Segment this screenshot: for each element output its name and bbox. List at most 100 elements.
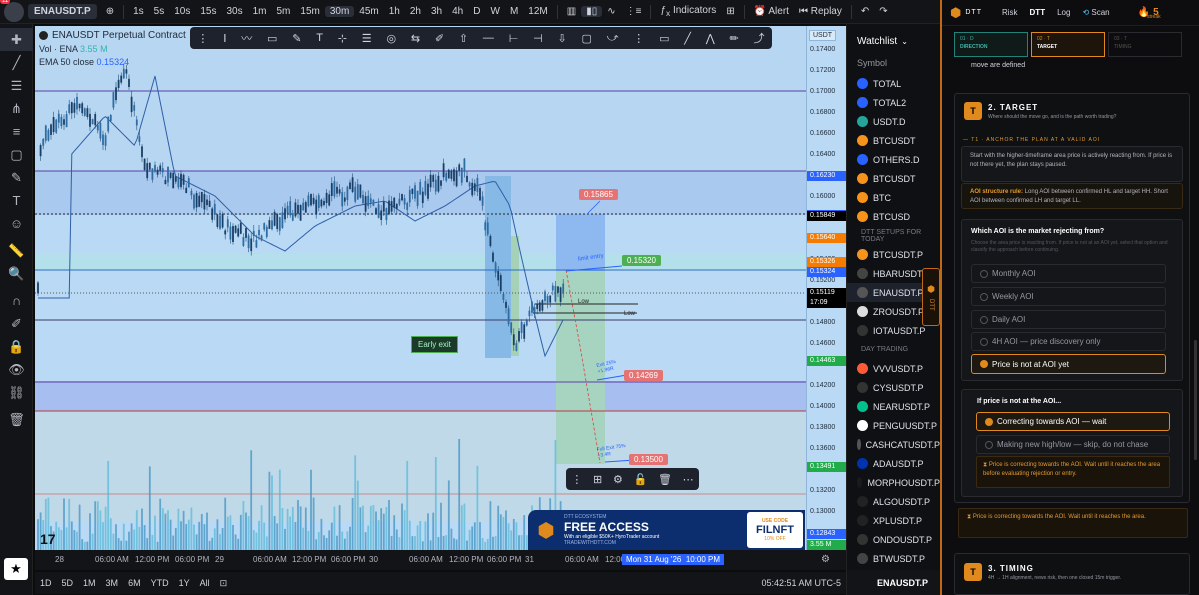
target-price-label[interactable]: 0.15865 (579, 189, 618, 200)
watchlist-row[interactable]: ALGOUSDT.P (847, 492, 940, 511)
drag-handle-icon[interactable]: ⋮ (571, 473, 582, 486)
range-1d[interactable]: 1D (35, 578, 57, 588)
eye-icon[interactable]: 👁 (0, 358, 33, 381)
layouts-icon[interactable]: ⊞ (721, 6, 739, 17)
watchlist-header[interactable]: Watchlist ⌄ (847, 24, 940, 58)
brush-tool-icon[interactable]: ✐ (435, 32, 444, 45)
step-timing[interactable]: 03 · T TIMING (1108, 32, 1182, 57)
trend-line-icon[interactable]: ╱ (0, 51, 33, 74)
watchlist-row[interactable]: BTCUSDT (847, 169, 940, 188)
panel-scrollbar[interactable] (1194, 340, 1197, 460)
object-tree-icon[interactable]: ★ (4, 558, 28, 580)
curve-tool-icon[interactable]: ⤻ (607, 32, 619, 45)
settings-icon[interactable]: ⚙ (613, 473, 623, 486)
full-exit-price-label[interactable]: 0.13500 (629, 454, 668, 465)
magnet-icon[interactable]: ∩ (0, 289, 33, 312)
indicators-button[interactable]: ƒx Indicators (655, 5, 721, 18)
watchlist-footer[interactable]: ENAUSDT.P (847, 570, 941, 595)
hrange-tool-icon[interactable]: ⊣ (533, 32, 543, 45)
text-tool-icon[interactable]: Ⅰ (223, 32, 226, 45)
approach-option[interactable]: Making new high/low — skip, do not chase (976, 435, 1170, 454)
bar-type-icon[interactable]: ▥ (562, 6, 581, 17)
rect-tool-icon[interactable]: ▢ (582, 32, 592, 45)
interval-m[interactable]: M (505, 6, 523, 17)
watchlist-row[interactable]: VVVUSDT.P (847, 359, 940, 378)
interval-d[interactable]: D (468, 6, 485, 17)
lock-icon[interactable]: 🔒 (0, 335, 33, 358)
interval-3h[interactable]: 3h (426, 6, 447, 17)
watchlist-row[interactable]: TOTAL (847, 74, 940, 93)
range-5d[interactable]: 5D (57, 578, 79, 588)
watchlist-row[interactable]: BTCUSDT (847, 131, 940, 150)
range-all[interactable]: All (195, 578, 215, 588)
interval-10s[interactable]: 10s (169, 6, 195, 17)
brush-icon[interactable]: ✎ (0, 166, 33, 189)
watchlist-row[interactable]: TOTAL2 (847, 93, 940, 112)
clock[interactable]: 05:42:51 AM UTC-5 (756, 578, 846, 588)
pattern-tool-icon[interactable]: ⋀ (706, 32, 715, 45)
interval-1s[interactable]: 1s (128, 6, 149, 17)
candles-icon[interactable]: ▮▯ (581, 6, 603, 17)
cross-line-icon[interactable]: ⊹ (338, 32, 347, 45)
zoom-icon[interactable]: 🔍 (0, 262, 33, 285)
step-target[interactable]: 02 · T TARGET (1031, 32, 1105, 57)
chart-options-icon[interactable]: ⋮≡ (621, 6, 647, 17)
range-6m[interactable]: 6M (123, 578, 146, 588)
watchlist-row[interactable]: XPLUSDT.P (847, 511, 940, 530)
undo-icon[interactable]: ↶ (856, 6, 874, 17)
aoi-option[interactable]: 4H AOI — price discovery only (971, 332, 1166, 351)
watchlist-row[interactable]: BTWUSDT.P (847, 549, 940, 568)
symbol-search-button[interactable]: ENAUSDT.P (28, 4, 97, 19)
early-exit-callout[interactable]: Early exit (411, 336, 458, 353)
watchlist-row[interactable]: PENGUUSDT.P (847, 416, 940, 435)
watchlist-section[interactable]: DAY TRADING (847, 340, 940, 359)
time-axis[interactable]: 28 06:00 AM 12:00 PM 06:00 PM 29 06:00 AM 12:0… (35, 550, 846, 570)
trash-icon[interactable]: 🗑 (0, 408, 33, 431)
watchlist-section[interactable]: DTT SETUPS FOR TODAY (847, 226, 940, 245)
dtt-side-toggle[interactable]: ⬢ DTT (922, 268, 940, 326)
rectangle-icon[interactable]: ▢ (0, 143, 33, 166)
stay-drawing-icon[interactable]: ✐ (0, 312, 33, 335)
currency-label[interactable]: USDT (809, 30, 837, 41)
pencil-tool-icon[interactable]: ✏ (730, 32, 739, 45)
delete-icon[interactable]: 🗑 (658, 473, 672, 486)
alert-button[interactable]: ⏰ Alert (749, 6, 794, 17)
watchlist-column-header[interactable]: Symbol (847, 58, 940, 74)
ray-tool-icon[interactable]: ╱ (684, 32, 691, 45)
note-tool-icon[interactable]: ▭ (659, 32, 669, 45)
arrow-up-tool-icon[interactable]: ⇧ (459, 32, 468, 45)
text-t-icon[interactable]: T (316, 32, 323, 44)
watchlist-row[interactable]: NEARUSDT.P (847, 397, 940, 416)
watchlist-row[interactable]: BTCUSDT.P (847, 245, 940, 264)
interval-15m[interactable]: 15m (295, 6, 324, 17)
horizontal-lines-icon[interactable]: ☰ (0, 74, 33, 97)
drag-handle-icon[interactable]: ⋮ (197, 32, 208, 45)
interval-5m[interactable]: 5m (271, 6, 295, 17)
vline-tool-icon[interactable]: ⊢ (509, 32, 519, 45)
entry-price-label[interactable]: 0.15320 (622, 255, 661, 266)
link-tool-icon[interactable]: ⤴ (754, 30, 765, 46)
watchlist-row[interactable]: BTC (847, 188, 940, 207)
price-axis[interactable]: USDT 0.17400 0.17200 0.17000 0.16800 0.16600… (806, 26, 847, 550)
lock-icon[interactable]: 🔓 (634, 473, 648, 486)
watchlist-row[interactable]: BTCUSD (847, 207, 940, 226)
user-avatar[interactable]: 11 (0, 0, 24, 22)
compare-icon[interactable]: ⊕ (101, 6, 119, 17)
lines-tool-icon[interactable]: ☰ (362, 32, 372, 45)
axis-settings-icon[interactable]: ⚙ (821, 554, 830, 565)
crosshair-icon[interactable]: ✚ (0, 28, 33, 51)
interval-5s[interactable]: 5s (149, 6, 170, 17)
interval-2h[interactable]: 2h (405, 6, 426, 17)
range-1y[interactable]: 1Y (174, 578, 195, 588)
watchlist-row[interactable]: MORPHOUSDT.P (847, 473, 940, 492)
callout-tool-icon[interactable]: ▭ (267, 32, 277, 45)
watchlist-row[interactable]: ONDOUSDT.P (847, 530, 940, 549)
exit25-price-label[interactable]: 0.14269 (624, 370, 663, 381)
range-ytd[interactable]: YTD (146, 578, 174, 588)
tab-risk[interactable]: Risk (996, 8, 1024, 17)
emoji-icon[interactable]: ☺ (0, 212, 33, 235)
measure-tool-icon[interactable]: ⇆ (411, 32, 420, 45)
pitchfork-icon[interactable]: ⋔ (0, 97, 33, 120)
watchlist-row[interactable]: ADAUSDT.P (847, 454, 940, 473)
interval-1h[interactable]: 1h (384, 6, 405, 17)
